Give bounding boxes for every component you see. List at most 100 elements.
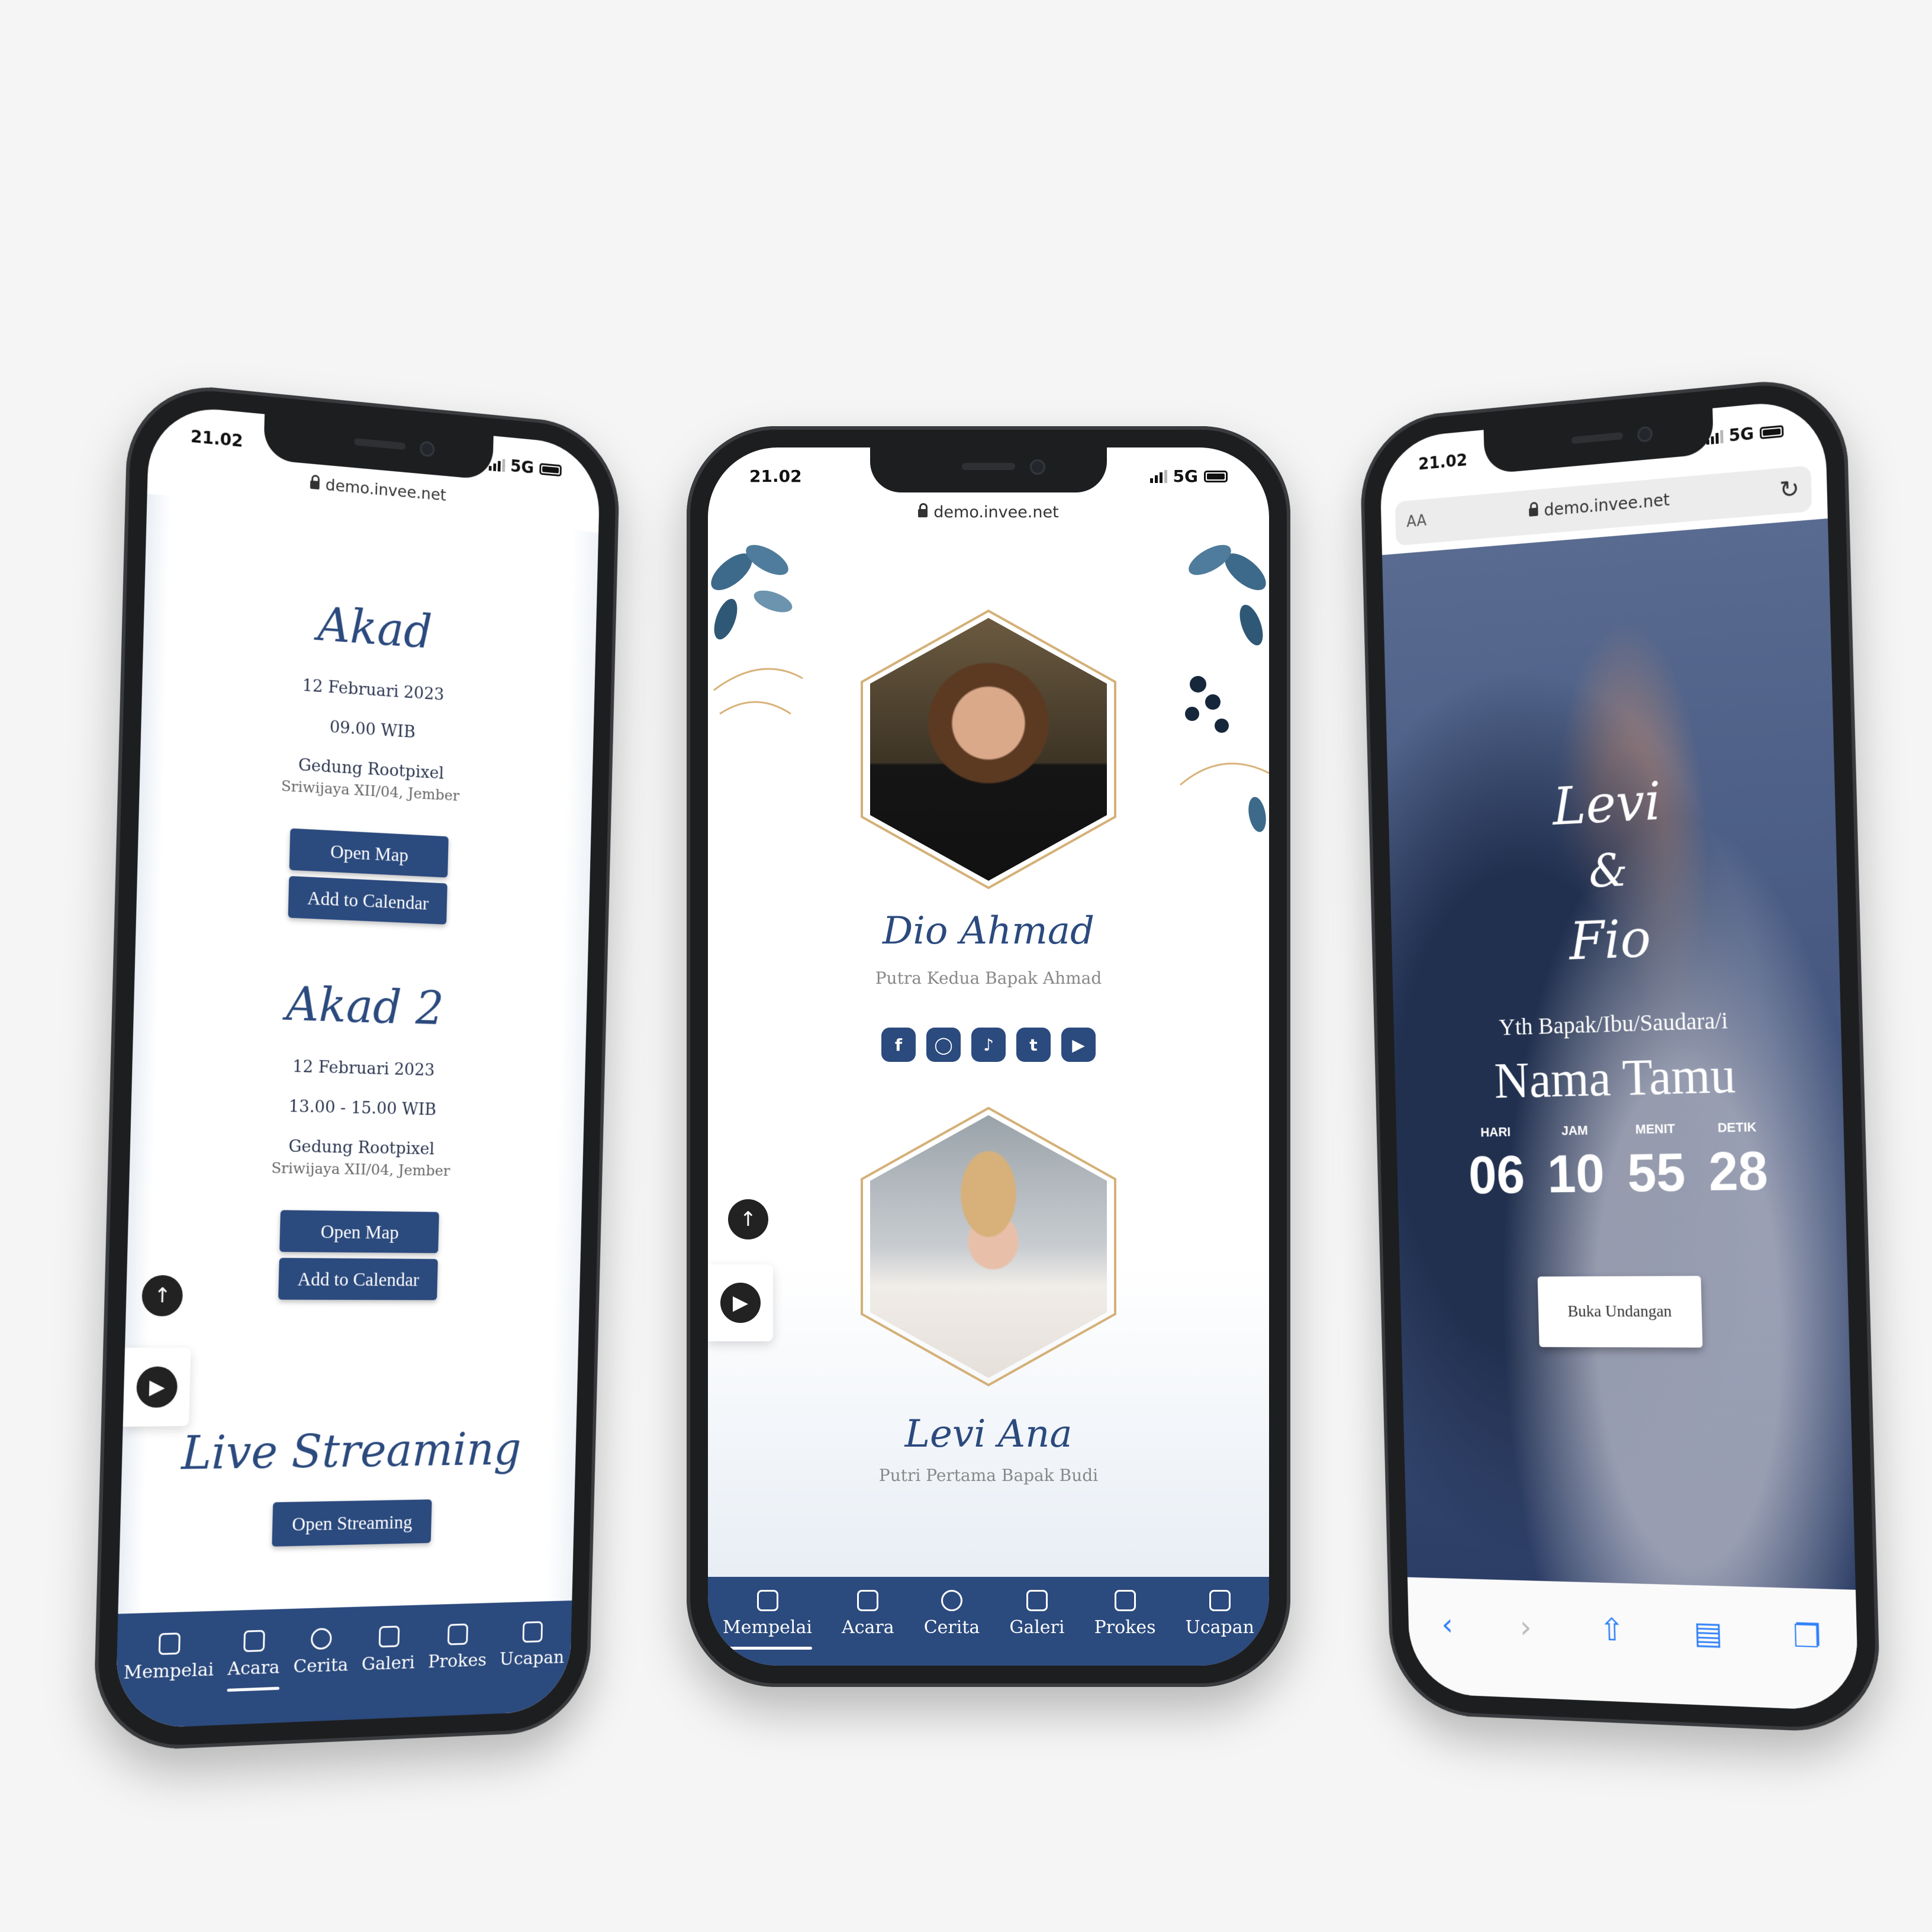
safari-toolbar: ‹ › ⇧ ▤ ❐	[1408, 1577, 1859, 1712]
nav-cerita[interactable]: Cerita	[293, 1627, 349, 1677]
notch	[870, 447, 1107, 492]
cover-hero: Levi & Fio Yth Bapak/Ibu/Saudara/i Nama …	[1382, 519, 1856, 1590]
groom-social-links: f ◯ ♪ t ▶	[708, 1028, 1269, 1062]
countdown-seconds: DETIK 28	[1708, 1119, 1769, 1203]
event-venue: Gedung Rootpixel	[130, 1133, 584, 1161]
floral-decoration-right	[1157, 536, 1269, 844]
open-invitation-button[interactable]: Buka Undangan	[1538, 1276, 1703, 1348]
event-date: 12 Februari 2023	[142, 664, 594, 714]
clock-icon	[941, 1590, 962, 1611]
bottom-nav: Mempelai Acara Cerita Galeri Prokes Ucap…	[115, 1601, 572, 1730]
countdown-minutes: MENIT 55	[1626, 1121, 1686, 1205]
event-akad: Akad 12 Februari 2023 09.00 WIB Gedung R…	[136, 584, 596, 930]
lock-icon	[918, 509, 928, 517]
couple-content: Dio Ahmad Putra Kedua Bapak Ahmad f ◯ ♪ …	[708, 536, 1269, 1577]
nav-cerita[interactable]: Cerita	[924, 1590, 980, 1638]
document-icon	[1115, 1590, 1136, 1611]
gallery-icon	[1026, 1590, 1048, 1611]
phone-right: 21.02 5G AA demo.invee.net ↻ Levi & Fio …	[1359, 374, 1881, 1734]
lock-icon	[1529, 508, 1538, 517]
gallery-icon	[378, 1625, 400, 1647]
bride-photo-frame	[857, 1105, 1120, 1389]
couple-icon	[757, 1590, 778, 1611]
event-title: Akad 2	[133, 972, 587, 1041]
forward-icon[interactable]: ›	[1519, 1609, 1532, 1645]
nav-prokes[interactable]: Prokes	[428, 1623, 488, 1673]
nav-galeri[interactable]: Galeri	[361, 1625, 416, 1675]
youtube-icon[interactable]: ▶	[1061, 1028, 1096, 1062]
nav-acara[interactable]: Acara	[227, 1630, 281, 1680]
share-icon[interactable]: ⇧	[1599, 1612, 1625, 1648]
back-icon[interactable]: ‹	[1441, 1607, 1454, 1643]
bride-name: Levi Ana	[708, 1412, 1269, 1456]
scroll-up-button[interactable]: ↑	[728, 1199, 768, 1239]
nav-acara[interactable]: Acara	[842, 1590, 894, 1638]
twitter-icon[interactable]: t	[1016, 1028, 1051, 1062]
tiktok-icon[interactable]: ♪	[971, 1028, 1006, 1062]
network-label: 5G	[510, 456, 534, 478]
book-icon	[1209, 1590, 1231, 1611]
event-akad-2: Akad 2 12 Februari 2023 13.00 - 15.00 WI…	[126, 972, 587, 1300]
bottom-nav: Mempelai Acara Cerita Galeri Prokes Ucap…	[708, 1577, 1269, 1666]
tabs-icon[interactable]: ❐	[1793, 1618, 1822, 1656]
floral-decoration-left	[708, 536, 809, 820]
url-text: demo.invee.net	[933, 503, 1058, 521]
event-time: 09.00 WIB	[141, 705, 593, 753]
event-title: Akad	[143, 584, 596, 671]
event-content: Akad 12 Februari 2023 09.00 WIB Gedung R…	[118, 494, 598, 1614]
play-music-button[interactable]: ▶	[720, 1283, 761, 1323]
envelope-icon	[243, 1630, 265, 1653]
status-time: 21.02	[749, 466, 802, 486]
scroll-up-button[interactable]: ↑	[141, 1275, 183, 1316]
bride-parent: Putri Pertama Bapak Budi	[708, 1466, 1269, 1485]
event-address: Sriwijaya XII/04, Jember	[130, 1157, 583, 1181]
instagram-icon[interactable]: ◯	[926, 1028, 961, 1062]
countdown: HARI 06 JAM 10 MENIT 55 DETIK 28	[1396, 1118, 1846, 1207]
phone-left: 21.02 5G demo.invee.net Akad 12 Februari…	[92, 379, 620, 1752]
nav-ucapan[interactable]: Ucapan	[1186, 1590, 1254, 1638]
screen-left: 21.02 5G demo.invee.net Akad 12 Februari…	[115, 403, 600, 1730]
groom-photo-frame	[857, 607, 1120, 891]
reload-icon[interactable]: ↻	[1779, 475, 1800, 504]
nav-ucapan[interactable]: Ucapan	[500, 1621, 565, 1670]
nav-prokes[interactable]: Prokes	[1094, 1590, 1156, 1638]
screen-right: 21.02 5G AA demo.invee.net ↻ Levi & Fio …	[1379, 398, 1859, 1711]
phone-middle: 21.02 5G demo.invee.net Dio Ahmad Putra …	[687, 426, 1290, 1687]
battery-icon	[1204, 471, 1228, 482]
groom-parent: Putra Kedua Bapak Ahmad	[708, 968, 1269, 988]
guest-name: Nama Tamu	[1395, 1042, 1843, 1112]
open-map-button[interactable]: Open Map	[279, 1210, 439, 1253]
battery-icon	[1760, 425, 1784, 439]
status-time: 21.02	[1418, 450, 1468, 474]
play-music-button[interactable]: ▶	[136, 1366, 178, 1408]
open-map-button[interactable]: Open Map	[289, 828, 449, 877]
signal-icon	[1150, 470, 1167, 483]
url-bar[interactable]: demo.invee.net	[708, 503, 1269, 536]
facebook-icon[interactable]: f	[881, 1028, 916, 1062]
url-text: demo.invee.net	[1544, 490, 1670, 520]
live-streaming-section: Live Streaming Open Streaming	[120, 1422, 577, 1550]
countdown-days: HARI 06	[1467, 1124, 1525, 1206]
groom-name: Dio Ahmad	[708, 909, 1269, 953]
network-label: 5G	[1728, 424, 1754, 446]
couple-icon	[159, 1632, 181, 1655]
event-time: 13.00 - 15.00 WIB	[131, 1093, 584, 1123]
countdown-hours: JAM 10	[1546, 1122, 1605, 1205]
battery-icon	[539, 463, 562, 476]
add-to-calendar-button[interactable]: Add to Calendar	[278, 1258, 438, 1300]
open-streaming-button[interactable]: Open Streaming	[272, 1499, 432, 1547]
live-streaming-title: Live Streaming	[121, 1422, 577, 1481]
nav-mempelai[interactable]: Mempelai	[723, 1590, 812, 1638]
clock-icon	[311, 1628, 332, 1650]
nav-galeri[interactable]: Galeri	[1009, 1590, 1064, 1638]
nav-mempelai[interactable]: Mempelai	[123, 1631, 215, 1683]
network-label: 5G	[1173, 466, 1198, 486]
status-time: 21.02	[191, 426, 243, 451]
document-icon	[447, 1624, 468, 1646]
screen-middle: 21.02 5G demo.invee.net Dio Ahmad Putra …	[708, 447, 1269, 1666]
book-icon	[523, 1621, 543, 1643]
event-date: 12 Februari 2023	[132, 1052, 585, 1084]
bookmarks-icon[interactable]: ▤	[1693, 1615, 1723, 1652]
lock-icon	[310, 480, 320, 489]
add-to-calendar-button[interactable]: Add to Calendar	[288, 876, 447, 925]
